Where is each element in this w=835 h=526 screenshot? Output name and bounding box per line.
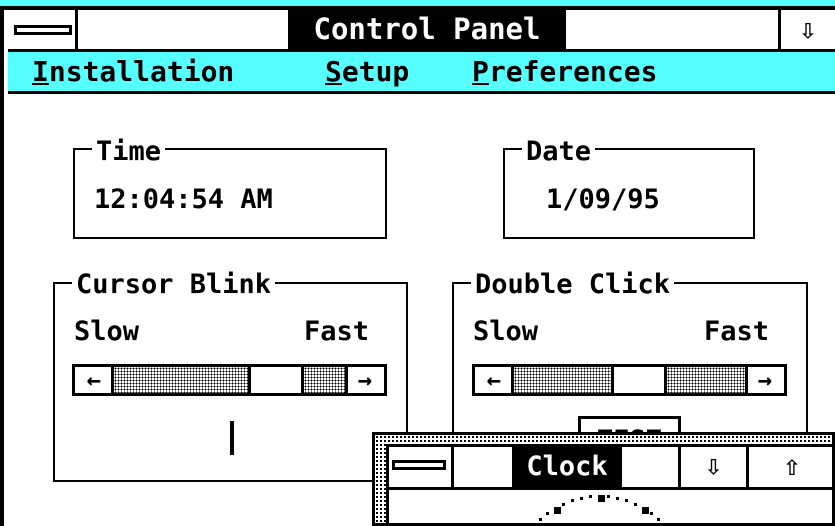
clock-tick-dot [570, 499, 574, 503]
menu-installation[interactable]: Installation [32, 53, 234, 91]
menu-installation-mnemonic: I [32, 55, 49, 88]
system-menu-bar-icon [392, 460, 446, 470]
menu-preferences-mnemonic: P [472, 55, 489, 88]
time-value[interactable]: 12:04:54 AM [94, 185, 273, 215]
menu-installation-label: nstallation [48, 55, 235, 88]
cursor-blink-slow-label: Slow [74, 316, 140, 347]
menu-preferences[interactable]: Preferences [472, 53, 657, 91]
minimize-button[interactable]: ⇩ [778, 10, 835, 52]
double-click-slow-label: Slow [473, 316, 539, 347]
window-title: Control Panel [288, 10, 566, 49]
cursor-blink-legend: Cursor Blink [72, 270, 276, 300]
menu-setup[interactable]: Setup [325, 53, 409, 91]
right-arrow-icon[interactable]: → [348, 367, 382, 393]
double-click-fast-label: Fast [704, 316, 770, 347]
clock-tick-dot [598, 495, 605, 502]
clock-tick-dot [625, 499, 629, 503]
clock-tick-dot [554, 506, 561, 514]
clock-window-title: Clock [512, 447, 622, 487]
clock-minimize-button[interactable]: ⇩ [678, 444, 746, 490]
clock-tick-dot [546, 511, 550, 515]
left-arrow-icon[interactable]: ← [77, 367, 111, 393]
double-click-scrollbar[interactable]: ← → [472, 364, 787, 396]
cursor-blink-scrollbar[interactable]: ← → [72, 364, 387, 396]
down-arrow-icon: ⇩ [799, 13, 817, 46]
clock-face [386, 493, 835, 526]
clock-tick-dot [588, 495, 592, 499]
double-click-track-right[interactable] [664, 367, 748, 393]
menu-setup-label: etup [341, 55, 410, 88]
date-value[interactable]: 1/09/95 [546, 185, 660, 215]
clock-tick-dot [656, 517, 660, 521]
left-arrow-icon[interactable]: ← [477, 367, 511, 393]
double-click-thumb[interactable] [614, 367, 664, 393]
cursor-blink-track-right[interactable] [301, 367, 348, 393]
blinking-cursor [230, 421, 234, 455]
right-arrow-icon[interactable]: → [748, 367, 782, 393]
up-arrow-icon: ⇧ [783, 449, 801, 482]
clock-tick-dot [539, 517, 543, 521]
clock-tick-dot [607, 495, 611, 499]
clock-system-menu-button[interactable] [386, 444, 454, 490]
menu-setup-mnemonic: S [325, 55, 342, 88]
date-legend: Date [522, 137, 596, 167]
clock-tick-dot [616, 496, 620, 500]
cursor-blink-track-left[interactable] [111, 367, 251, 393]
cursor-blink-thumb[interactable] [251, 367, 301, 393]
clock-tick-dot [649, 511, 653, 515]
system-menu-button[interactable] [8, 10, 78, 52]
clock-tick-dot [579, 496, 583, 500]
cursor-blink-fast-label: Fast [304, 316, 370, 347]
down-arrow-icon: ⇩ [705, 449, 722, 482]
time-legend: Time [92, 137, 166, 167]
clock-tick-dot [642, 506, 649, 514]
clock-maximize-button[interactable]: ⇧ [746, 444, 835, 490]
menu-preferences-label: references [488, 55, 658, 88]
clock-tick-dot [562, 502, 566, 506]
double-click-track-left[interactable] [511, 367, 614, 393]
double-click-legend: Double Click [471, 270, 675, 300]
clock-tick-dot [633, 502, 637, 506]
system-menu-bar-icon [14, 25, 72, 35]
